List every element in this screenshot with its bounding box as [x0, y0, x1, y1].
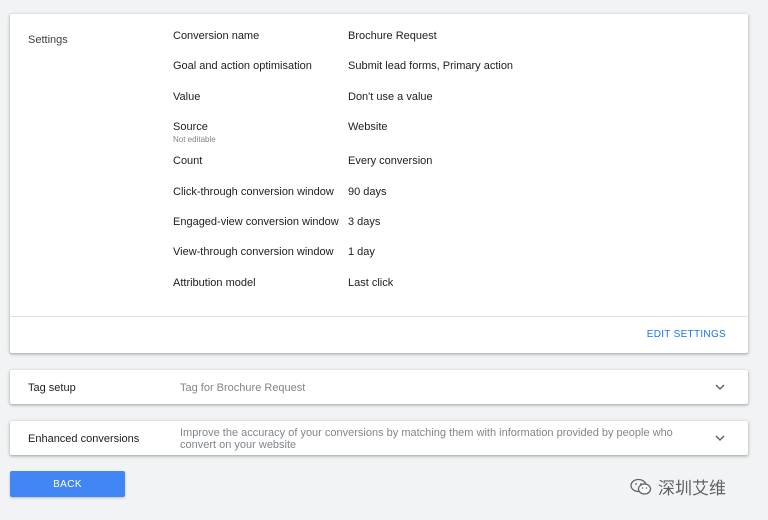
row-value: 90 days: [348, 185, 387, 198]
settings-row-view-through-window: View-through conversion window 1 day: [173, 246, 733, 276]
row-value: 3 days: [348, 215, 381, 228]
enhanced-conversions-description: Improve the accuracy of your conversions…: [180, 427, 673, 451]
row-value: Don't use a value: [348, 90, 433, 103]
settings-row-click-through-window: Click-through conversion window 90 days: [173, 186, 733, 216]
row-value: Website: [348, 121, 388, 134]
settings-row-value: Value Don't use a value: [173, 91, 733, 121]
settings-row-source: Source Not editable Website: [173, 121, 733, 155]
not-editable-note: Not editable: [173, 135, 216, 145]
divider: [10, 316, 748, 317]
row-label: Conversion name: [173, 30, 260, 42]
chevron-down-icon[interactable]: [714, 432, 726, 444]
row-label: Source: [173, 121, 208, 134]
settings-row-count: Count Every conversion: [173, 155, 733, 185]
back-button[interactable]: BACK: [10, 471, 125, 497]
row-value: Last click: [348, 276, 394, 289]
settings-row-conversion-name: Conversion name Brochure Request: [173, 30, 733, 60]
settings-row-engaged-view-window: Engaged-view conversion window 3 days: [173, 216, 733, 246]
tag-setup-panel[interactable]: Tag setup Tag for Brochure Request: [10, 370, 748, 404]
row-value: 1 day: [348, 246, 375, 259]
settings-row-goal: Goal and action optimisation Submit lead…: [173, 60, 733, 90]
settings-card: Settings Conversion name Brochure Reques…: [10, 14, 748, 353]
settings-list: Conversion name Brochure Request Goal an…: [173, 30, 733, 307]
chevron-down-icon[interactable]: [714, 381, 726, 393]
row-value: Every conversion: [348, 155, 433, 168]
enhanced-conversions-panel[interactable]: Enhanced conversions Improve the accurac…: [10, 421, 748, 455]
wechat-icon: [630, 478, 652, 495]
row-label: Attribution model: [173, 276, 256, 289]
tag-setup-description: Tag for Brochure Request: [180, 382, 306, 394]
row-label: Engaged-view conversion window: [173, 215, 339, 228]
row-label: Click-through conversion window: [173, 185, 334, 198]
watermark: 深圳艾维: [630, 474, 726, 499]
settings-row-attribution-model: Attribution model Last click: [173, 277, 733, 307]
row-label: Value: [173, 90, 201, 103]
row-label: Goal and action optimisation: [173, 60, 312, 73]
row-label: View-through conversion window: [173, 246, 334, 259]
edit-settings-button[interactable]: EDIT SETTINGS: [647, 329, 726, 340]
enhanced-conversions-title: Enhanced conversions: [28, 433, 140, 445]
tag-setup-title: Tag setup: [28, 382, 76, 394]
row-value: Submit lead forms, Primary action: [348, 60, 514, 73]
row-label: Count: [173, 155, 203, 168]
watermark-text: 深圳艾维: [658, 479, 726, 498]
settings-title: Settings: [28, 34, 68, 46]
row-value: Brochure Request: [348, 30, 437, 42]
